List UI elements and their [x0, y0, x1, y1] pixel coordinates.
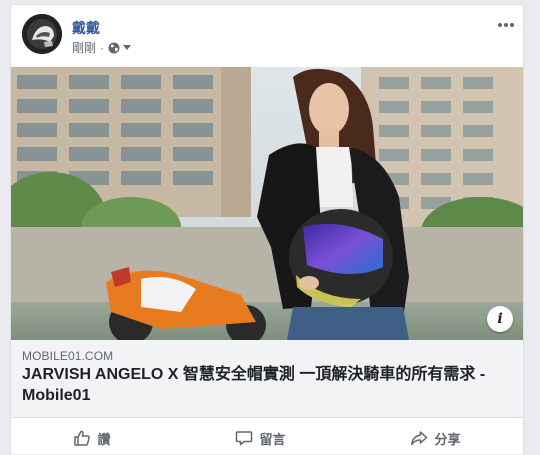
comment-button[interactable]: 留言: [205, 425, 315, 452]
link-domain: MOBILE01.COM: [22, 349, 114, 363]
link-title[interactable]: JARVISH ANGELO X 智慧安全帽實測 一頂解決騎車的所有需求 - M…: [22, 364, 512, 406]
comment-label: 留言: [259, 431, 286, 447]
link-preview-box[interactable]: MOBILE01.COM JARVISH ANGELO X 智慧安全帽實測 一頂…: [11, 340, 523, 418]
info-button[interactable]: i: [487, 306, 513, 332]
post-meta: 剛剛 ·: [72, 39, 132, 56]
post-timestamp[interactable]: 剛剛: [72, 39, 96, 56]
comment-icon: [235, 429, 253, 447]
avatar[interactable]: [22, 14, 62, 54]
like-icon: [73, 429, 91, 447]
post-actions: 讚 留言 分享: [11, 421, 523, 455]
chevron-down-icon[interactable]: [123, 45, 132, 50]
link-preview-image[interactable]: i: [11, 67, 523, 340]
share-icon: [410, 429, 428, 447]
author-name[interactable]: 戴戴: [72, 18, 100, 38]
share-button[interactable]: 分享: [380, 425, 490, 452]
more-options-icon[interactable]: [496, 18, 516, 32]
meta-separator: ·: [100, 40, 105, 55]
post-header: 戴戴 剛剛 ·: [22, 14, 516, 58]
globe-icon[interactable]: [108, 42, 120, 54]
post-card: 戴戴 剛剛 · i MOBILE01.COM JARVISH ANGELO X …: [10, 4, 524, 454]
like-button[interactable]: 讚: [43, 425, 140, 452]
like-label: 讚: [97, 431, 111, 447]
share-label: 分享: [434, 431, 461, 447]
